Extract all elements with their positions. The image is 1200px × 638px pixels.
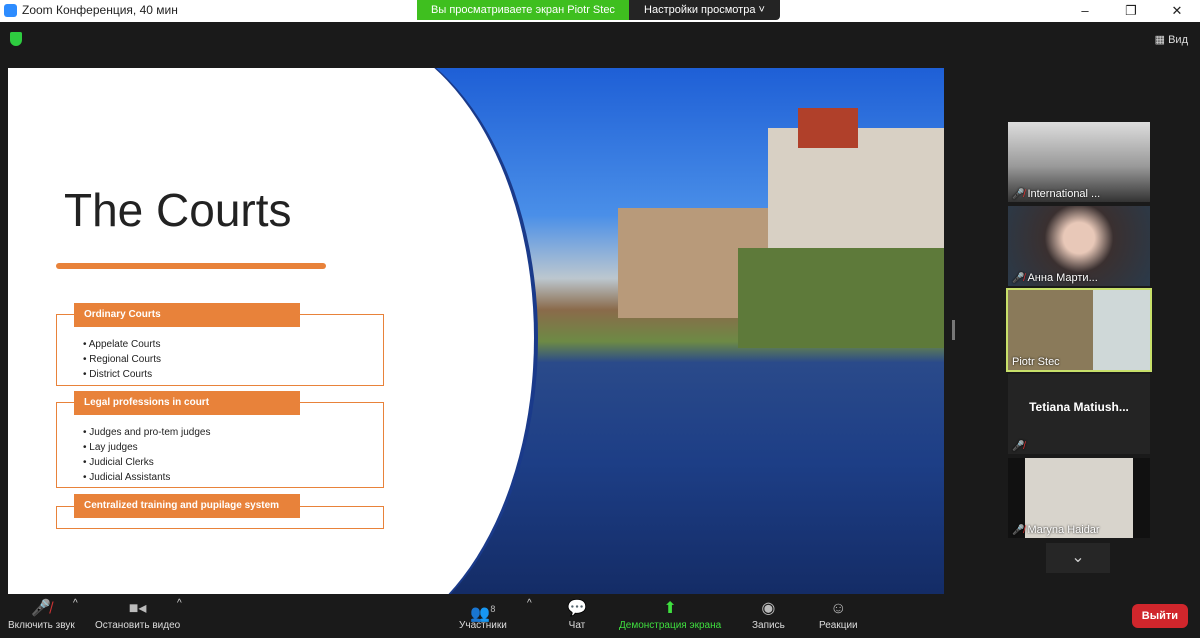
section-header: Centralized training and pupilage system [74,494,300,518]
muted-mic-icon: 🎤̸ [1012,273,1025,284]
slide-title: The Courts [64,184,292,236]
share-screen-label: Демонстрация экрана [619,620,722,631]
participant-name: Piotr Stec [1012,356,1060,368]
participant-tile[interactable]: Tetiana Matiush... 🎤̸ [1008,374,1150,454]
title-bar: Zoom Конференция, 40 мин Вы просматривае… [0,0,1200,22]
participant-tile[interactable]: 🎤̸ Maryna Haidar [1008,458,1150,538]
view-button[interactable]: ▦ Вид [1155,33,1188,46]
participants-options-caret[interactable]: ^ [527,598,532,609]
maximize-button[interactable]: ❐ [1108,0,1154,22]
list-item: Lay judges [83,440,383,455]
participants-count: 8 [490,604,496,614]
list-item: Judges and pro-tem judges [83,425,383,440]
record-icon: ◉ [761,600,776,617]
participant-tile[interactable]: 🎤̸ Анна Марти... [1008,206,1150,286]
scroll-down-button[interactable]: ⌄ [1046,543,1110,573]
section-header: Legal professions in court [74,391,300,415]
participant-tile-active-speaker[interactable]: Piotr Stec [1006,288,1152,372]
security-shield-icon[interactable] [10,32,22,46]
grid-icon: ▦ [1154,34,1166,46]
shared-screen-slide: The Courts Appelate Courts Regional Cour… [8,68,944,594]
unmute-button[interactable]: 🎤̸ Включить звук [8,598,75,631]
chat-icon: 💬 [567,600,587,617]
participants-label: Участники [459,620,507,631]
chat-label: Чат [568,620,586,631]
list-item: Judicial Assistants [83,470,383,485]
list-item: Appelate Courts [83,337,383,352]
record-button[interactable]: ◉ Запись [752,598,785,631]
audio-options-caret[interactable]: ^ [73,598,78,609]
share-screen-icon: ⬆ [663,600,677,617]
stop-video-button[interactable]: ■◂ Остановить видео [95,598,180,631]
muted-mic-icon: 🎤̸ [1012,525,1025,536]
unmute-label: Включить звук [8,620,75,631]
view-label: Вид [1168,34,1188,46]
participant-name: Maryna Haidar [1027,524,1100,536]
muted-mic-icon: 🎤̸ [31,600,52,617]
chevron-down-icon: ⌄ [1071,549,1085,566]
leave-button[interactable]: Выйти [1131,604,1188,628]
list-item: District Courts [83,367,383,382]
title-underline [56,263,326,269]
record-label: Запись [752,620,785,631]
meeting-toolbar: 🎤̸ Включить звук ^ ■◂ Остановить видео ^ 👥… [0,596,1200,638]
stop-video-label: Остановить видео [95,620,181,631]
muted-mic-icon: 🎤̸ [1012,189,1025,200]
reactions-icon: ☺ [830,600,847,617]
participant-name: International ... [1027,188,1101,200]
viewing-banner: Вы просматриваете экран Piotr Stec [417,0,629,20]
view-options-label: Настройки просмотра [644,4,756,16]
muted-mic-icon: 🎤̸ [1012,441,1025,452]
participants-button[interactable]: 👥8 Участники [459,598,507,631]
list-item: Regional Courts [83,352,383,367]
close-button[interactable]: ✕ [1154,0,1200,22]
window-title: Zoom Конференция, 40 мин [22,3,178,17]
zoom-logo-icon [4,3,17,17]
view-options-button[interactable]: Настройки просмотра ˅ [629,0,780,20]
share-screen-button[interactable]: ⬆ Демонстрация экрана [619,598,721,631]
participant-tile[interactable]: 🎤̸ International ... [1008,122,1150,202]
reactions-label: Реакции [819,620,858,631]
minimize-button[interactable]: – [1062,0,1108,22]
panel-resize-handle[interactable] [952,320,955,340]
participant-name: Анна Марти... [1027,272,1098,284]
participant-name: Tetiana Matiush... [1029,400,1129,414]
video-options-caret[interactable]: ^ [177,598,182,609]
list-item: Judicial Clerks [83,455,383,470]
reactions-button[interactable]: ☺ Реакции [819,598,858,631]
video-camera-icon: ■◂ [128,600,147,617]
chat-button[interactable]: 💬 Чат [567,598,587,631]
participants-icon: 👥8 [470,604,496,623]
section-header: Ordinary Courts [74,303,300,327]
participant-gallery: 🎤̸ International ... 🎤̸ Анна Марти... Piot… [1006,122,1152,542]
